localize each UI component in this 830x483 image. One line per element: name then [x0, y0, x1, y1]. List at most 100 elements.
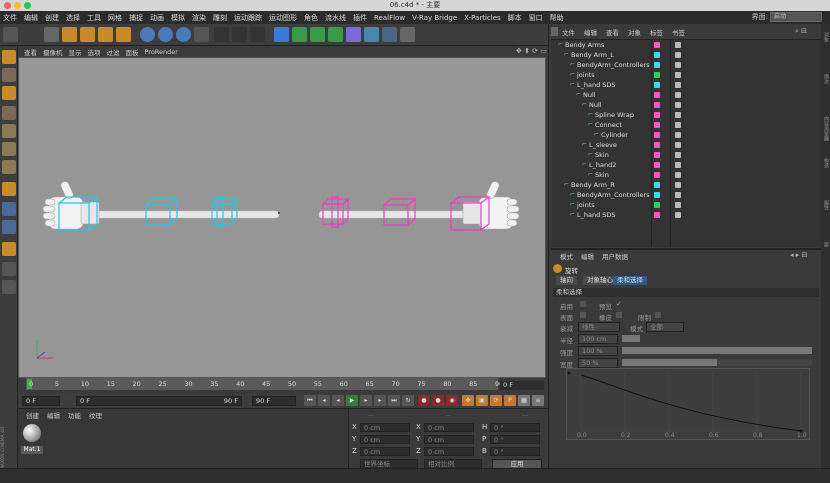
layer-color-swatch[interactable] — [654, 192, 660, 198]
tag-icon[interactable] — [675, 82, 681, 88]
panel-grip-icon[interactable] — [551, 27, 558, 36]
menu-item[interactable]: 运动跟踪 — [234, 13, 262, 23]
menu-item[interactable]: 工具 — [87, 13, 101, 23]
goto-end-icon[interactable]: ⏭ — [388, 395, 400, 406]
menu-item[interactable]: 创建 — [45, 13, 59, 23]
points-mode-icon[interactable] — [2, 124, 16, 138]
select-arrow-icon[interactable] — [44, 27, 59, 42]
enable-checkbox[interactable] — [580, 301, 586, 307]
menu-item[interactable]: 文件 — [3, 13, 17, 23]
object-row[interactable]: ⌐ Cylinder — [552, 130, 820, 140]
light-icon[interactable] — [400, 27, 415, 42]
tag-icon[interactable] — [675, 152, 681, 158]
layer-color-swatch[interactable] — [654, 122, 660, 128]
falloff-graph[interactable]: 0.0 0.2 0.4 0.6 0.8 1.0 — [566, 368, 810, 440]
grid-layers-icon[interactable] — [2, 262, 16, 276]
recent-tools-icon[interactable] — [116, 27, 131, 42]
menu-item[interactable]: 插件 — [353, 13, 367, 23]
object-row[interactable]: ⌐ Null — [552, 90, 820, 100]
object-row[interactable]: ⌐ Bendy Arm_L — [552, 50, 820, 60]
tag-icon[interactable] — [675, 132, 681, 138]
radius-field[interactable]: 100 cm — [578, 334, 618, 344]
scale-icon[interactable] — [80, 27, 95, 42]
camera-icon[interactable] — [382, 27, 397, 42]
material-menu-item[interactable]: 编辑 — [47, 410, 60, 420]
om-menu-item[interactable]: 标签 — [650, 27, 663, 37]
menu-item[interactable]: 动画 — [150, 13, 164, 23]
object-row[interactable]: ⌐ Bendy Arms — [552, 40, 820, 50]
stacked-layers-icon[interactable] — [2, 280, 16, 294]
next-frame-icon[interactable]: ▸ — [360, 395, 372, 406]
texture-mode-icon[interactable] — [2, 68, 16, 82]
polygons-mode-icon[interactable] — [2, 160, 16, 174]
rubber-checkbox[interactable] — [616, 312, 622, 318]
side-tab[interactable]: 层 — [822, 242, 829, 247]
viewport-nav-icon[interactable]: ✥ ⬍ ⟳ ▭ — [516, 47, 547, 55]
deformer-icon[interactable] — [346, 27, 361, 42]
object-row[interactable]: ⌐ Spline Wrap — [552, 110, 820, 120]
menu-item[interactable]: 编辑 — [24, 13, 38, 23]
model-mode-icon[interactable] — [2, 106, 16, 120]
play-icon[interactable]: ▶ — [346, 395, 358, 406]
coordinate-system-icon[interactable] — [194, 27, 209, 42]
prev-frame-icon[interactable]: ◂ — [332, 395, 344, 406]
tweak-mode-icon[interactable] — [2, 202, 16, 216]
autokey-icon[interactable]: ● — [432, 395, 444, 406]
viewport-menu-item[interactable]: 显示 — [69, 47, 82, 57]
scale-key-icon[interactable]: ▣ — [476, 395, 488, 406]
attr-menu-item[interactable]: 模式 — [560, 251, 573, 261]
om-menu-item[interactable]: 查看 — [606, 27, 619, 37]
position-field[interactable]: 0 cm — [360, 423, 410, 432]
material-name[interactable]: Mat.1 — [21, 446, 43, 454]
current-frame-field[interactable]: 0 F — [500, 381, 544, 390]
menu-item[interactable]: 窗口 — [529, 13, 543, 23]
viewport-menu-item[interactable]: ProRender — [145, 48, 178, 56]
object-row[interactable]: ⌐ Connect — [552, 120, 820, 130]
undo-icon[interactable] — [3, 27, 18, 42]
falloff-select[interactable]: 线性 — [578, 322, 620, 332]
layer-color-swatch[interactable] — [654, 202, 660, 208]
side-tab[interactable]: 属性 — [822, 200, 829, 210]
record-key-icon[interactable]: ● — [418, 395, 430, 406]
viewport-menu-item[interactable]: 面板 — [126, 47, 139, 57]
om-menu-item[interactable]: 对象 — [628, 27, 641, 37]
viewport-menu-item[interactable]: 过滤 — [107, 47, 120, 57]
object-row[interactable]: ⌐ L_hand SDS — [552, 80, 820, 90]
end-frame-field[interactable]: 90 F — [252, 396, 296, 406]
tag-icon[interactable] — [675, 122, 681, 128]
tag-icon[interactable] — [675, 142, 681, 148]
side-tab[interactable]: 内容浏览器 — [822, 116, 829, 141]
tab-soft-selection[interactable]: 柔和选择 — [613, 276, 647, 285]
tag-icon[interactable] — [675, 92, 681, 98]
menu-item[interactable]: 雕刻 — [213, 13, 227, 23]
tag-icon[interactable] — [675, 112, 681, 118]
rotation-field[interactable]: 0 ° — [490, 435, 540, 444]
render-picture-viewer-icon[interactable] — [232, 27, 247, 42]
object-row[interactable]: ⌐ BendyArm_Controllers — [552, 190, 820, 200]
render-view-icon[interactable] — [214, 27, 229, 42]
position-field[interactable]: 0 cm — [360, 435, 410, 444]
loop-icon[interactable]: ↻ — [402, 395, 414, 406]
menu-item[interactable]: RealFlow — [374, 14, 405, 22]
object-row[interactable]: ⌐ Null — [552, 100, 820, 110]
om-menu-item[interactable]: 书签 — [672, 27, 685, 37]
layer-color-swatch[interactable] — [654, 52, 660, 58]
tag-icon[interactable] — [675, 182, 681, 188]
tag-icon[interactable] — [675, 192, 681, 198]
menu-item[interactable]: 角色 — [304, 13, 318, 23]
rotate-key-icon[interactable]: ⟳ — [490, 395, 502, 406]
object-row[interactable]: ⌐ L_sleeve — [552, 140, 820, 150]
material-menu-item[interactable]: 功能 — [68, 410, 81, 420]
prev-key-icon[interactable]: ◂ — [318, 395, 330, 406]
preview-checkbox[interactable]: ✓ — [616, 300, 622, 308]
key-selection-icon[interactable]: ◉ — [446, 395, 458, 406]
menu-item[interactable]: 选择 — [66, 13, 80, 23]
width-field[interactable]: 50 % — [578, 358, 618, 368]
timeline-menu-icon[interactable]: ≡ — [532, 395, 544, 406]
material-ball[interactable] — [23, 424, 41, 442]
om-menu-item[interactable]: 编辑 — [584, 27, 597, 37]
layer-color-swatch[interactable] — [654, 142, 660, 148]
tab-axis[interactable]: 轴向 — [556, 276, 577, 285]
side-tab[interactable]: 对象 — [822, 32, 829, 42]
cube-icon[interactable] — [274, 27, 289, 42]
